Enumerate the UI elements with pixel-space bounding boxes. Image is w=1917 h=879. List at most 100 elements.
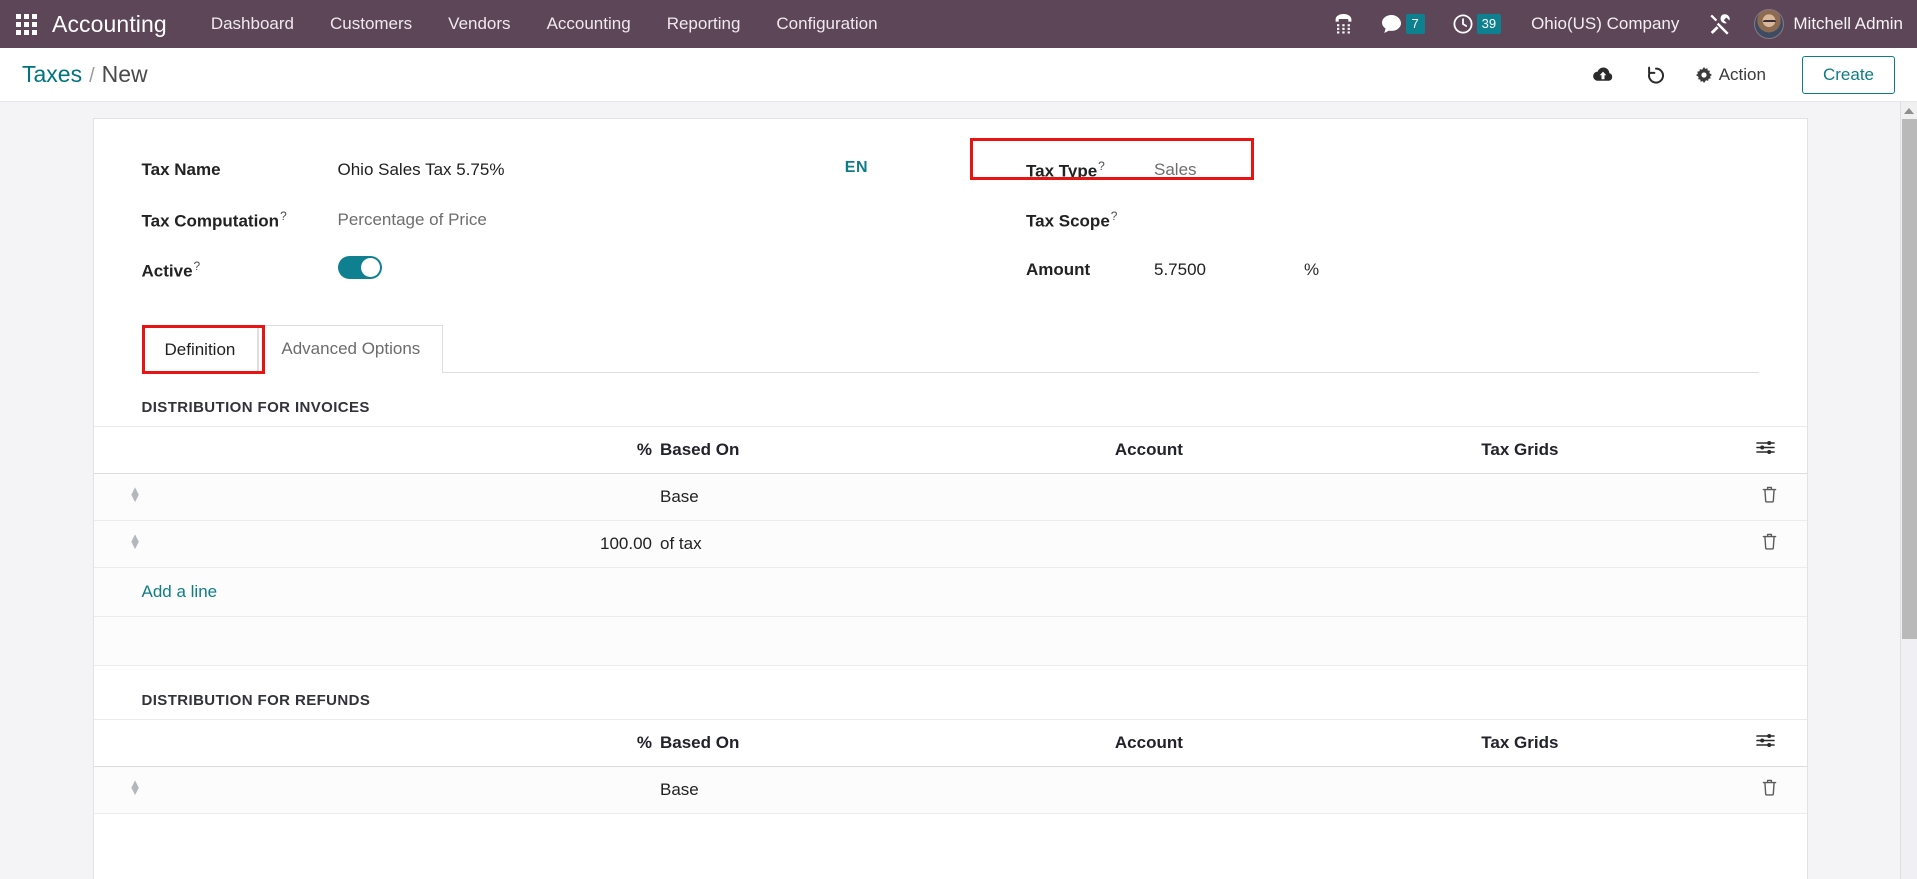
row-drag-handle-cell[interactable]: ▲ ▼ <box>93 766 177 814</box>
language-badge-en[interactable]: EN <box>845 159 868 177</box>
vertical-scrollbar[interactable] <box>1900 102 1917 879</box>
table-filler-row <box>93 616 1807 666</box>
clock-icon <box>1453 14 1473 34</box>
app-brand-name[interactable]: Accounting <box>52 11 167 38</box>
tax-computation-select[interactable]: Percentage of Price <box>338 210 487 230</box>
row-percent-cell[interactable] <box>176 766 660 814</box>
invoices-col-account: Account <box>963 426 1335 474</box>
form-right-column: Tax Type? Sales Tax Scope? Amount 5.7500… <box>954 138 1767 295</box>
activities-badge: 39 <box>1476 14 1502 34</box>
nav-item-configuration[interactable]: Configuration <box>758 0 895 48</box>
table-row[interactable]: ▲ ▼ Base <box>93 766 1807 814</box>
trash-icon[interactable] <box>1762 779 1777 796</box>
invoices-table-body: ▲ ▼ Base ▲ ▼ 100.00 of tax Add a line <box>93 473 1807 666</box>
messages-badge: 7 <box>1405 14 1425 34</box>
field-tax-type: Tax Type? Sales <box>1026 145 1767 195</box>
tab-definition[interactable]: Definition <box>141 325 259 373</box>
field-tax-computation: Tax Computation? Percentage of Price <box>142 195 955 245</box>
table-row[interactable]: ▲ ▼ Base <box>93 473 1807 521</box>
nav-item-reporting[interactable]: Reporting <box>649 0 759 48</box>
refunds-col-options[interactable] <box>1705 719 1807 767</box>
active-toggle[interactable] <box>337 256 382 279</box>
row-tax-grids-cell[interactable] <box>1334 520 1706 568</box>
save-record-button[interactable] <box>1576 60 1630 90</box>
trash-icon[interactable] <box>1762 486 1777 503</box>
row-based-on-cell[interactable]: Base <box>659 473 964 521</box>
row-account-cell[interactable] <box>963 520 1335 568</box>
apps-menu-button[interactable] <box>0 0 52 48</box>
row-tax-grids-cell[interactable] <box>1334 766 1706 814</box>
discard-changes-button[interactable] <box>1630 59 1682 91</box>
invoices-col-options[interactable] <box>1705 426 1807 474</box>
messages-button[interactable]: 7 <box>1367 0 1439 48</box>
undo-icon <box>1647 66 1664 84</box>
add-line-cell[interactable]: Add a line <box>93 567 1807 617</box>
row-percent-cell[interactable] <box>176 473 660 521</box>
tax-type-help-icon[interactable]: ? <box>1098 159 1105 173</box>
action-menu-label: Action <box>1718 64 1766 84</box>
amount-unit-label: % <box>1304 260 1320 279</box>
row-account-cell[interactable] <box>963 473 1335 521</box>
scroll-up-button[interactable] <box>1901 102 1917 119</box>
add-line-row[interactable]: Add a line <box>93 567 1807 617</box>
tab-advanced-options[interactable]: Advanced Options <box>258 325 444 373</box>
field-active: Active? <box>142 245 955 295</box>
voip-dialpad-button[interactable] <box>1320 0 1367 48</box>
table-row[interactable]: ▲ ▼ 100.00 of tax <box>93 520 1807 568</box>
scrollbar-thumb[interactable] <box>1902 119 1917 639</box>
nav-item-vendors[interactable]: Vendors <box>430 0 528 48</box>
control-panel: Taxes / New Action Create <box>0 48 1917 102</box>
row-based-on-cell[interactable]: of tax <box>659 520 964 568</box>
invoices-col-tax-grids: Tax Grids <box>1334 426 1706 474</box>
invoices-distribution-table: % Based On Account Tax Grids ▲ ▼ Base ▲ … <box>93 426 1807 666</box>
amount-input[interactable]: 5.7500 <box>1154 260 1206 280</box>
row-percent-cell[interactable]: 100.00 <box>176 520 660 568</box>
row-tax-grids-cell[interactable] <box>1334 473 1706 521</box>
row-delete-cell[interactable] <box>1705 520 1807 568</box>
tax-computation-help-icon[interactable]: ? <box>280 209 287 223</box>
tax-name-input[interactable]: Ohio Sales Tax 5.75% <box>338 160 505 180</box>
definition-tab-panel: Distribution for Invoices % Based On Acc… <box>93 373 1807 814</box>
row-drag-handle-cell[interactable]: ▲ ▼ <box>93 473 177 521</box>
nav-item-accounting[interactable]: Accounting <box>529 0 649 48</box>
tax-type-select[interactable]: Sales <box>1154 160 1197 180</box>
active-help-icon[interactable]: ? <box>194 259 201 273</box>
nav-item-customers[interactable]: Customers <box>312 0 430 48</box>
record-sheet: Tax Name Ohio Sales Tax 5.75% EN Tax Com… <box>92 118 1808 879</box>
field-label-amount: Amount <box>1026 260 1091 279</box>
field-amount: Amount 5.7500 % <box>1026 245 1767 295</box>
drag-handle-icon[interactable]: ▲ ▼ <box>129 777 142 797</box>
create-button[interactable]: Create <box>1801 55 1895 94</box>
row-delete-cell[interactable] <box>1705 473 1807 521</box>
invoices-col-handle <box>93 426 177 474</box>
column-options-icon <box>1755 734 1775 747</box>
refunds-col-handle <box>93 719 177 767</box>
nav-item-dashboard[interactable]: Dashboard <box>193 0 312 48</box>
add-a-line-link[interactable]: Add a line <box>94 582 218 601</box>
row-delete-cell[interactable] <box>1705 766 1807 814</box>
breadcrumb: Taxes / New <box>22 61 148 88</box>
refunds-col-account: Account <box>963 719 1335 767</box>
field-label-tax-type-text: Tax Type <box>1026 161 1098 181</box>
cloud-upload-icon <box>1592 66 1612 81</box>
row-based-on-cell[interactable]: Base <box>659 766 964 814</box>
navbar-systray: 7 39 Ohio(US) Company Mitchell Admin <box>1320 0 1903 48</box>
activities-button[interactable]: 39 <box>1439 0 1515 48</box>
trash-icon[interactable] <box>1762 533 1777 550</box>
user-menu-button[interactable]: Mitchell Admin <box>1746 9 1903 39</box>
company-switcher[interactable]: Ohio(US) Company <box>1515 14 1695 34</box>
debug-tools-button[interactable] <box>1695 0 1746 48</box>
row-drag-handle-cell[interactable]: ▲ ▼ <box>93 520 177 568</box>
phone-dialpad-icon <box>1335 14 1351 34</box>
drag-handle-icon[interactable]: ▲ ▼ <box>129 484 142 504</box>
form-field-grid: Tax Name Ohio Sales Tax 5.75% EN Tax Com… <box>94 138 1807 295</box>
user-name-label: Mitchell Admin <box>1793 14 1903 33</box>
breadcrumb-parent-taxes[interactable]: Taxes <box>22 61 82 88</box>
drag-handle-icon[interactable]: ▲ ▼ <box>129 531 142 551</box>
field-label-tax-computation-text: Tax Computation <box>141 211 280 231</box>
tax-scope-help-icon[interactable]: ? <box>1111 209 1118 223</box>
action-menu-button[interactable]: Action <box>1682 59 1784 91</box>
field-label-tax-name: Tax Name <box>141 160 221 179</box>
field-tax-scope: Tax Scope? <box>1026 195 1767 245</box>
row-account-cell[interactable] <box>963 766 1335 814</box>
